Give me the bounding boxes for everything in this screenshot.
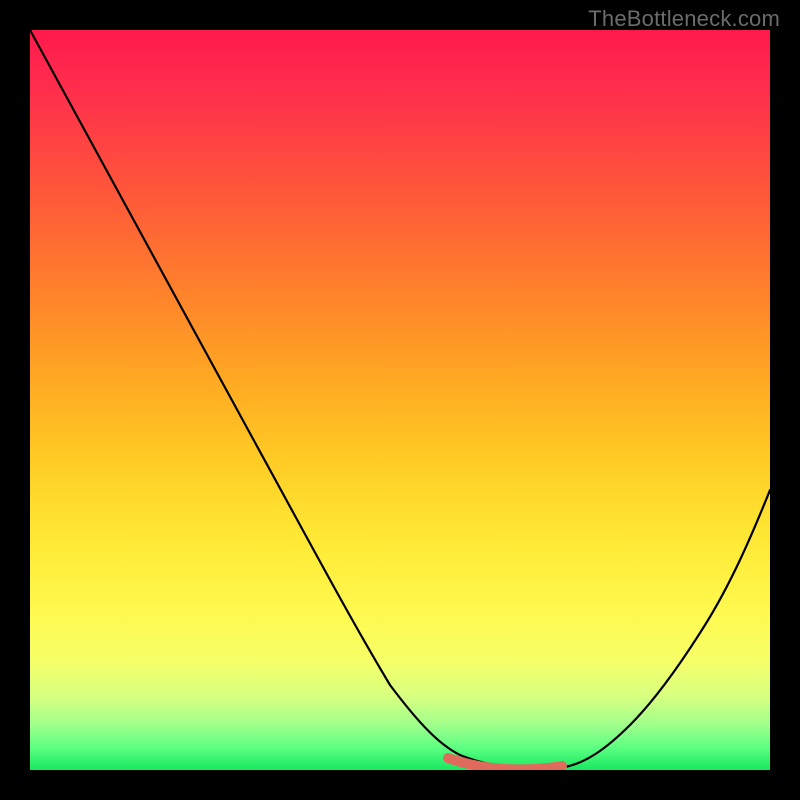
chart-container: TheBottleneck.com xyxy=(0,0,800,800)
curve-svg xyxy=(30,30,770,770)
watermark-text: TheBottleneck.com xyxy=(588,6,780,32)
bottleneck-curve-path xyxy=(30,30,770,769)
sweet-spot-path xyxy=(448,758,562,769)
plot-area xyxy=(30,30,770,770)
bottom-border xyxy=(0,794,800,800)
